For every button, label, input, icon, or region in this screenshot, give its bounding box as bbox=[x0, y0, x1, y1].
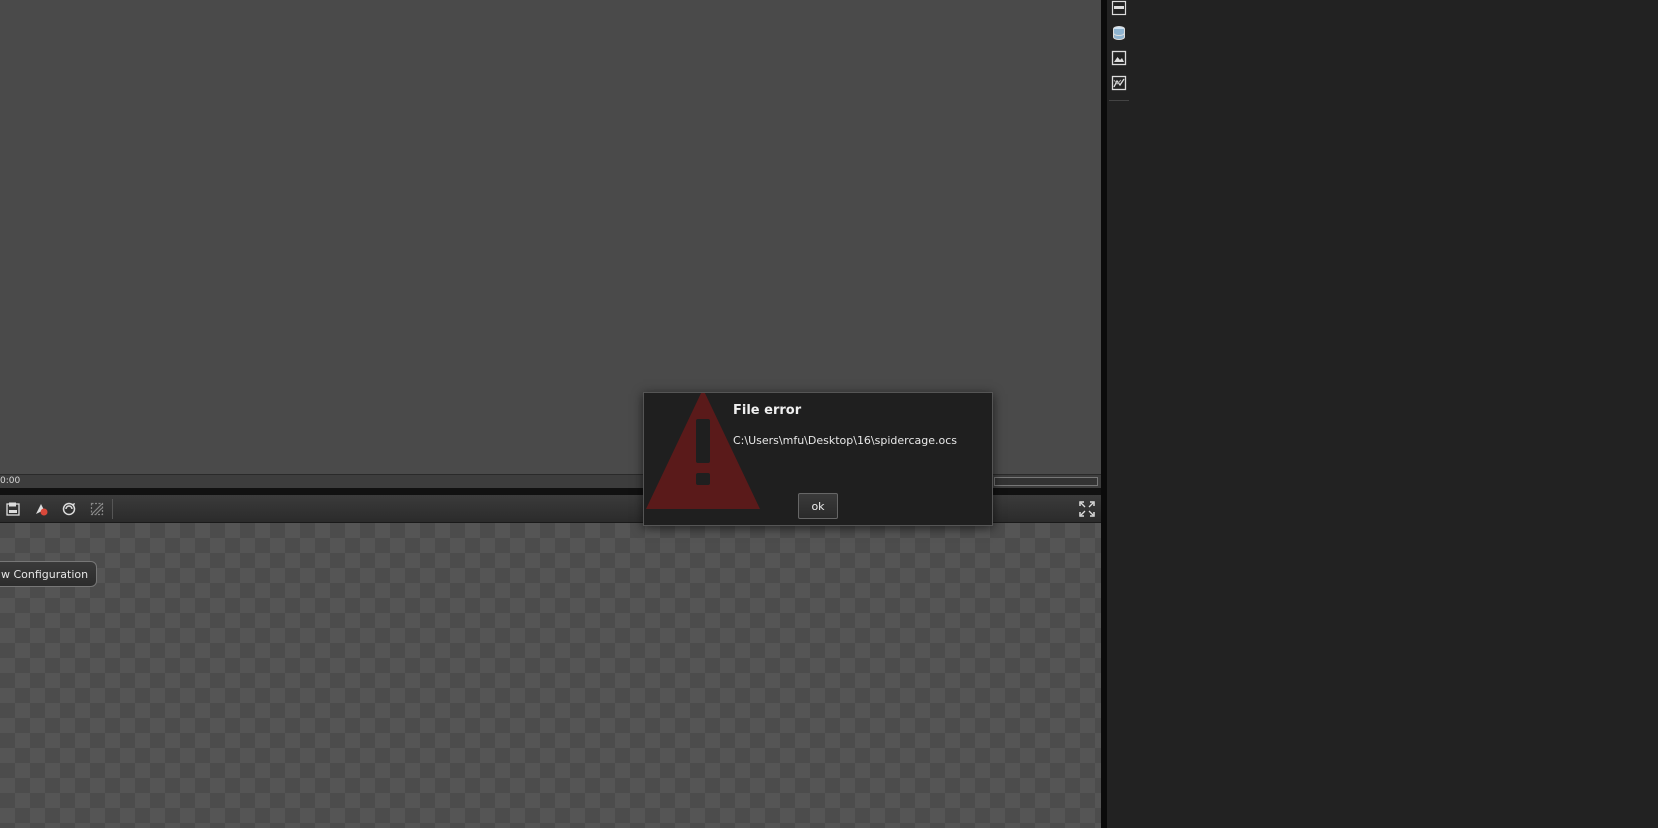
side-toolbar-separator bbox=[1109, 100, 1129, 101]
ok-button[interactable]: ok bbox=[798, 493, 838, 519]
timeline-slider[interactable] bbox=[994, 477, 1098, 486]
sub-sample-icon bbox=[62, 502, 76, 516]
dialog-title: File error bbox=[733, 403, 802, 418]
time-label: 0:00 bbox=[0, 476, 21, 486]
database-icon bbox=[1113, 26, 1125, 40]
fullscreen-icon bbox=[1079, 501, 1095, 517]
image-icon bbox=[1111, 50, 1127, 66]
panel-icon bbox=[1111, 0, 1127, 16]
fullscreen-button[interactable] bbox=[1078, 500, 1096, 518]
save-render-button[interactable] bbox=[4, 500, 22, 518]
dialog-message: C:\Users\mfu\Desktop\16\spidercage.ocs bbox=[733, 434, 957, 447]
clay-render-button[interactable] bbox=[32, 500, 50, 518]
panel-button[interactable] bbox=[1111, 0, 1127, 16]
graph-button[interactable] bbox=[1111, 75, 1127, 91]
image-button[interactable] bbox=[1111, 50, 1127, 66]
toolbar-separator bbox=[112, 499, 113, 519]
graph-icon bbox=[1111, 75, 1127, 91]
render-area[interactable]: w Configuration bbox=[0, 523, 1101, 828]
file-error-dialog: File error C:\Users\mfu\Desktop\16\spide… bbox=[643, 392, 993, 526]
side-toolbar bbox=[1107, 0, 1131, 102]
database-button[interactable] bbox=[1111, 25, 1127, 41]
region-render-icon bbox=[90, 502, 104, 516]
sub-sample-button[interactable] bbox=[60, 500, 78, 518]
save-render-icon bbox=[6, 502, 20, 516]
region-render-button[interactable] bbox=[88, 500, 106, 518]
octane-app: 0:00 w Configuration File error C:\Users… bbox=[0, 0, 1658, 828]
right-panel bbox=[1107, 0, 1658, 828]
new-configuration-button[interactable]: w Configuration bbox=[0, 561, 98, 587]
clay-render-icon bbox=[36, 504, 48, 516]
